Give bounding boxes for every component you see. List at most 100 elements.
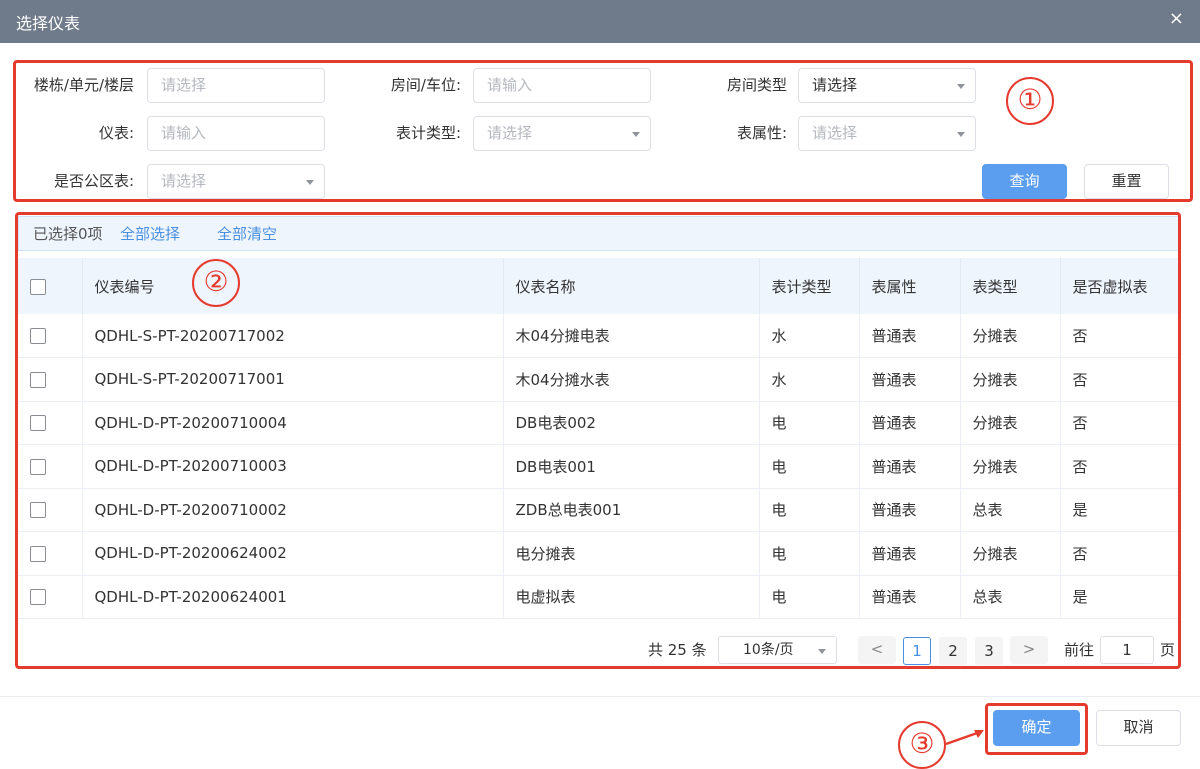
public-select[interactable]: 请选择	[147, 164, 325, 199]
select-all-link[interactable]: 全部选择	[120, 223, 180, 244]
table-row[interactable]: QDHL-D-PT-20200710003 DB电表001 电普通表 分摊表否	[18, 444, 1178, 489]
total-count: 共 25 条	[648, 641, 707, 659]
cell-is-virtual: 否	[1060, 401, 1178, 445]
confirm-button[interactable]: 确定	[993, 710, 1080, 746]
annotation-marker-2: ②	[192, 259, 240, 307]
prev-page-button[interactable]: <	[858, 636, 896, 664]
cell-meter-kind: 水	[759, 314, 860, 358]
annotation-marker-3: ③	[898, 721, 946, 769]
meter-type-label: 表计类型:	[395, 124, 461, 142]
building-select[interactable]: 请选择	[147, 68, 325, 103]
cell-meter-kind: 电	[759, 575, 860, 619]
cell-meter-no: QDHL-D-PT-20200624001	[82, 575, 504, 619]
cell-meter-type: 总表	[960, 488, 1061, 532]
row-checkbox[interactable]	[30, 502, 46, 519]
cell-meter-attr: 普通表	[859, 488, 961, 532]
table-row[interactable]: QDHL-D-PT-20200624002 电分摊表电普通表 分摊表否	[18, 531, 1178, 576]
table-row[interactable]: QDHL-D-PT-20200710002 ZDB总电表001 电普通表 总表是	[18, 488, 1178, 532]
cell-meter-kind: 电	[759, 444, 860, 489]
cell-meter-attr: 普通表	[859, 444, 961, 489]
row-checkbox-cell	[18, 488, 83, 532]
cell-meter-attr: 普通表	[859, 357, 961, 402]
cell-meter-name: DB电表002	[503, 401, 760, 445]
goto-label: 前往	[1064, 641, 1095, 659]
page-size-select[interactable]: 10条/页	[718, 636, 837, 664]
cell-is-virtual: 是	[1060, 488, 1178, 532]
cell-meter-attr: 普通表	[859, 314, 961, 358]
cell-meter-attr: 普通表	[859, 401, 961, 445]
row-checkbox-cell	[18, 401, 83, 445]
header-meter-kind[interactable]: 表计类型	[759, 258, 860, 314]
cell-is-virtual: 是	[1060, 575, 1178, 619]
cell-meter-name: ZDB总电表001	[503, 488, 760, 532]
header-meter-type[interactable]: 表类型	[960, 258, 1061, 314]
cell-is-virtual: 否	[1060, 531, 1178, 576]
cell-meter-name: 木04分摊水表	[503, 357, 760, 402]
meter-placeholder: 请输入	[161, 124, 207, 142]
next-page-button[interactable]: >	[1010, 636, 1048, 664]
cell-meter-no: QDHL-S-PT-20200717002	[82, 314, 504, 358]
chevron-down-icon	[957, 132, 965, 137]
annotation-marker-1: ①	[1006, 77, 1054, 125]
chevron-down-icon	[818, 649, 826, 654]
header-is-virtual[interactable]: 是否虚拟表	[1060, 258, 1178, 314]
room-type-select[interactable]: 请选择	[798, 68, 976, 103]
goto-page-input[interactable]: 1	[1100, 636, 1154, 664]
cell-meter-type: 分摊表	[960, 314, 1061, 358]
row-checkbox[interactable]	[30, 328, 46, 344]
cell-is-virtual: 否	[1060, 357, 1178, 402]
query-button[interactable]: 查询	[982, 164, 1067, 199]
cell-meter-no: QDHL-D-PT-20200624002	[82, 531, 504, 576]
chevron-left-icon: <	[870, 640, 884, 658]
close-icon[interactable]: ×	[1169, 8, 1184, 29]
dialog-title: 选择仪表	[16, 14, 81, 33]
reset-button[interactable]: 重置	[1084, 164, 1169, 199]
row-checkbox-cell	[18, 444, 83, 489]
room-placeholder: 请输入	[487, 76, 533, 94]
cell-meter-attr: 普通表	[859, 531, 961, 576]
header-meter-name[interactable]: 仪表名称	[503, 258, 760, 314]
public-placeholder: 请选择	[161, 172, 207, 190]
header-meter-attr[interactable]: 表属性	[859, 258, 961, 314]
cell-is-virtual: 否	[1060, 444, 1178, 489]
page-3[interactable]: 3	[975, 637, 1003, 665]
table-row[interactable]: QDHL-S-PT-20200717002 木04分摊电表水普通表 分摊表否	[18, 314, 1178, 358]
room-type-value: 请选择	[812, 76, 858, 94]
cell-meter-kind: 电	[759, 401, 860, 445]
header-meter-no[interactable]: 仪表编号	[82, 258, 504, 314]
cell-meter-type: 分摊表	[960, 357, 1061, 402]
table-row[interactable]: QDHL-S-PT-20200717001 木04分摊水表水普通表 分摊表否	[18, 357, 1178, 402]
building-placeholder: 请选择	[161, 76, 207, 94]
building-label: 楼栋/单元/楼层	[33, 76, 134, 94]
goto-suffix: 页	[1160, 641, 1176, 659]
cell-is-virtual: 否	[1060, 314, 1178, 358]
meter-input[interactable]: 请输入	[147, 116, 325, 151]
cell-meter-type: 分摊表	[960, 444, 1061, 489]
row-checkbox-cell	[18, 575, 83, 619]
cell-meter-type: 总表	[960, 575, 1061, 619]
meter-type-select[interactable]: 请选择	[473, 116, 651, 151]
cancel-button[interactable]: 取消	[1096, 710, 1181, 746]
table-row[interactable]: QDHL-D-PT-20200710004 DB电表002 电普通表 分摊表否	[18, 401, 1178, 445]
cell-meter-no: QDHL-D-PT-20200710003	[82, 444, 504, 489]
row-checkbox[interactable]	[30, 458, 46, 475]
table-row[interactable]: QDHL-D-PT-20200624001 电虚拟表电普通表 总表是	[18, 575, 1178, 619]
cell-meter-type: 分摊表	[960, 531, 1061, 576]
goto-page-value: 1	[1122, 641, 1132, 659]
selection-bar: 已选择0项 全部选择 全部清空	[18, 216, 1180, 251]
select-all-checkbox[interactable]	[30, 278, 46, 295]
room-label: 房间/车位:	[390, 76, 461, 94]
row-checkbox[interactable]	[30, 545, 46, 562]
page-2[interactable]: 2	[939, 637, 967, 665]
row-checkbox[interactable]	[30, 371, 46, 388]
cell-meter-no: QDHL-D-PT-20200710002	[82, 488, 504, 532]
attr-select[interactable]: 请选择	[798, 116, 976, 151]
selected-count: 已选择0项	[33, 225, 103, 243]
row-checkbox[interactable]	[30, 415, 46, 432]
room-input[interactable]: 请输入	[473, 68, 651, 103]
cell-meter-no: QDHL-D-PT-20200710004	[82, 401, 504, 445]
page-1[interactable]: 1	[903, 637, 931, 665]
clear-all-link[interactable]: 全部清空	[217, 223, 277, 244]
cell-meter-kind: 电	[759, 531, 860, 576]
row-checkbox[interactable]	[30, 589, 46, 606]
